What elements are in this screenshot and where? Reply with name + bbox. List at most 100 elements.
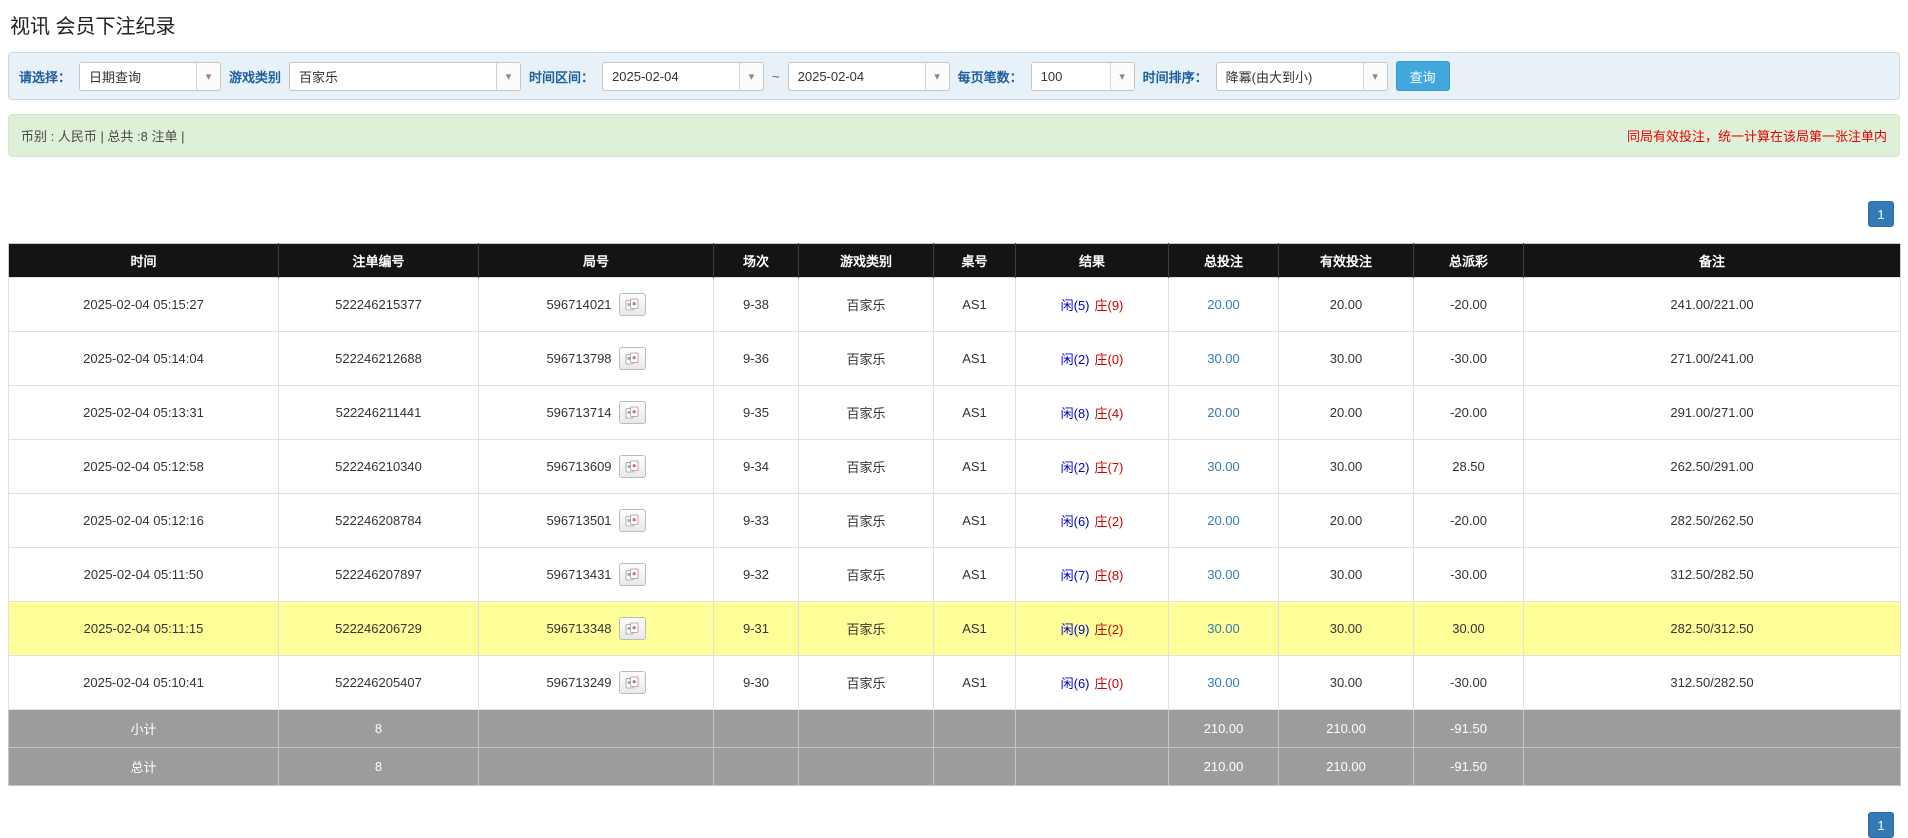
result-player: 闲(9) <box>1061 622 1090 637</box>
cell-result: 闲(6)庄(0) <box>1016 656 1169 710</box>
round-detail-button[interactable] <box>619 509 646 532</box>
result-player: 闲(6) <box>1061 514 1090 529</box>
sort-select[interactable]: 降冪(由大到小) ▾ <box>1216 62 1388 91</box>
round-detail-button[interactable] <box>619 671 646 694</box>
cell-table-no: AS1 <box>934 332 1016 386</box>
cell-round: 596714021 <box>479 278 714 332</box>
cell-total-bet: 20.00 <box>1169 278 1279 332</box>
cards-icon <box>625 352 640 365</box>
cell-game-type: 百家乐 <box>799 386 934 440</box>
cell-valid-bet: 30.00 <box>1279 656 1414 710</box>
cell-remark: 262.50/291.00 <box>1524 440 1901 494</box>
result-player: 闲(6) <box>1061 676 1090 691</box>
search-button[interactable]: 查询 <box>1396 61 1450 91</box>
select-label: 请选择： <box>19 67 71 86</box>
subtotal-label: 小计 <box>9 710 279 748</box>
round-number: 596713249 <box>546 675 611 690</box>
result-player: 闲(2) <box>1061 460 1090 475</box>
date-from-select[interactable]: 2025-02-04 ▾ <box>602 62 764 91</box>
date-range-label: 时间区间： <box>529 67 594 86</box>
cell-result: 闲(2)庄(7) <box>1016 440 1169 494</box>
cell-payout: 28.50 <box>1414 440 1524 494</box>
cell-total-bet: 30.00 <box>1169 332 1279 386</box>
total-bet-link[interactable]: 30.00 <box>1207 351 1240 366</box>
cards-icon <box>625 622 640 635</box>
total-label: 总计 <box>9 748 279 786</box>
cards-icon <box>625 298 640 311</box>
cell-result: 闲(9)庄(2) <box>1016 602 1169 656</box>
pagination-page-1-bottom[interactable]: 1 <box>1868 812 1894 838</box>
round-detail-button[interactable] <box>619 617 646 640</box>
round-number: 596713798 <box>546 351 611 366</box>
query-type-select[interactable]: 日期查询 ▾ <box>79 62 221 91</box>
result-player: 闲(2) <box>1061 352 1090 367</box>
round-detail-button[interactable] <box>619 401 646 424</box>
cell-bet-id: 522246206729 <box>279 602 479 656</box>
result-banker: 庄(2) <box>1095 514 1124 529</box>
table-row: 2025-02-04 05:10:41 522246205407 5967132… <box>9 656 1901 710</box>
cards-icon <box>625 568 640 581</box>
cell-round: 596713501 <box>479 494 714 548</box>
header-payout: 总派彩 <box>1414 244 1524 278</box>
cell-game-type: 百家乐 <box>799 278 934 332</box>
chevron-down-icon[interactable]: ▾ <box>1110 63 1134 90</box>
round-detail-button[interactable] <box>619 347 646 370</box>
cell-time: 2025-02-04 05:11:15 <box>9 602 279 656</box>
cell-remark: 271.00/241.00 <box>1524 332 1901 386</box>
cell-total-bet: 30.00 <box>1169 440 1279 494</box>
cell-session: 9-31 <box>714 602 799 656</box>
total-bet-link[interactable]: 20.00 <box>1207 513 1240 528</box>
cell-payout: -30.00 <box>1414 656 1524 710</box>
cell-round: 596713714 <box>479 386 714 440</box>
cell-time: 2025-02-04 05:15:27 <box>9 278 279 332</box>
result-banker: 庄(4) <box>1095 406 1124 421</box>
result-player: 闲(8) <box>1061 406 1090 421</box>
cell-bet-id: 522246210340 <box>279 440 479 494</box>
chevron-down-icon[interactable]: ▾ <box>925 63 949 90</box>
cell-table-no: AS1 <box>934 278 1016 332</box>
cell-time: 2025-02-04 05:11:50 <box>9 548 279 602</box>
pagination-page-1[interactable]: 1 <box>1868 201 1894 227</box>
total-bet-link[interactable]: 20.00 <box>1207 405 1240 420</box>
table-row: 2025-02-04 05:14:04 522246212688 5967137… <box>9 332 1901 386</box>
total-bet-link[interactable]: 30.00 <box>1207 621 1240 636</box>
cell-payout: -20.00 <box>1414 386 1524 440</box>
total-payout: -91.50 <box>1414 748 1524 786</box>
round-number: 596713348 <box>546 621 611 636</box>
chevron-down-icon[interactable]: ▾ <box>496 63 520 90</box>
cell-session: 9-34 <box>714 440 799 494</box>
header-result: 结果 <box>1016 244 1169 278</box>
total-total-bet: 210.00 <box>1169 748 1279 786</box>
chevron-down-icon[interactable]: ▾ <box>196 63 220 90</box>
round-detail-button[interactable] <box>619 293 646 316</box>
cards-icon <box>625 676 640 689</box>
cell-valid-bet: 30.00 <box>1279 548 1414 602</box>
cell-total-bet: 30.00 <box>1169 602 1279 656</box>
round-detail-button[interactable] <box>619 455 646 478</box>
chevron-down-icon[interactable]: ▾ <box>1363 63 1387 90</box>
cell-round: 596713348 <box>479 602 714 656</box>
total-bet-link[interactable]: 30.00 <box>1207 567 1240 582</box>
cell-table-no: AS1 <box>934 494 1016 548</box>
cell-time: 2025-02-04 05:12:16 <box>9 494 279 548</box>
total-bet-link[interactable]: 30.00 <box>1207 459 1240 474</box>
date-to-select[interactable]: 2025-02-04 ▾ <box>788 62 950 91</box>
header-table-no: 桌号 <box>934 244 1016 278</box>
chevron-down-icon[interactable]: ▾ <box>739 63 763 90</box>
subtotal-total-bet: 210.00 <box>1169 710 1279 748</box>
total-row: 总计 8 210.00 210.00 -91.50 <box>9 748 1901 786</box>
cell-remark: 312.50/282.50 <box>1524 548 1901 602</box>
game-type-select[interactable]: 百家乐 ▾ <box>289 62 521 91</box>
header-game-type: 游戏类别 <box>799 244 934 278</box>
cell-total-bet: 20.00 <box>1169 386 1279 440</box>
page-size-select[interactable]: 100 ▾ <box>1031 62 1135 91</box>
total-bet-link[interactable]: 30.00 <box>1207 675 1240 690</box>
round-detail-button[interactable] <box>619 563 646 586</box>
bet-records-table: 时间 注单编号 局号 场次 游戏类别 桌号 结果 总投注 有效投注 总派彩 备注… <box>8 243 1901 786</box>
cell-bet-id: 522246205407 <box>279 656 479 710</box>
filter-bar: 请选择： 日期查询 ▾ 游戏类别 百家乐 ▾ 时间区间： 2025-02-04 … <box>8 52 1900 100</box>
round-number: 596714021 <box>546 297 611 312</box>
cell-remark: 291.00/271.00 <box>1524 386 1901 440</box>
cell-bet-id: 522246207897 <box>279 548 479 602</box>
total-bet-link[interactable]: 20.00 <box>1207 297 1240 312</box>
